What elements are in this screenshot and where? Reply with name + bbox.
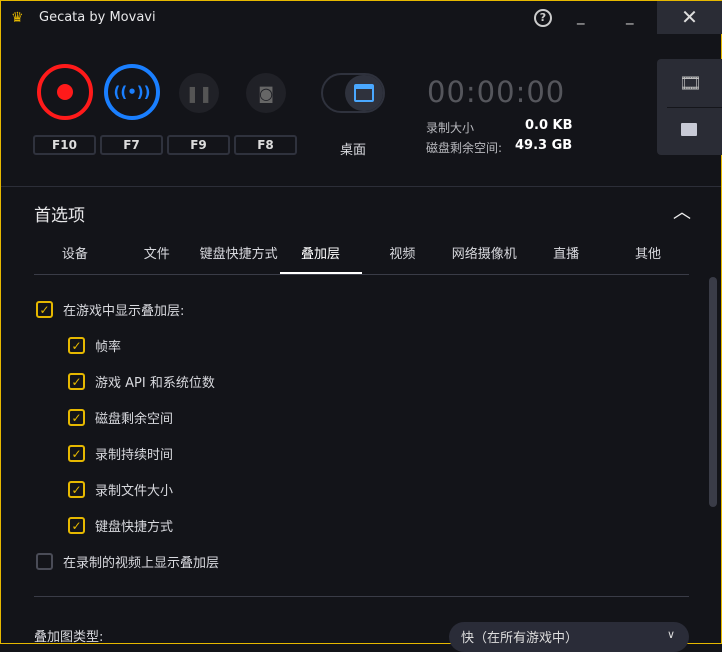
disk-label: 磁盘剩余空间: — [426, 141, 503, 155]
tab-hotkeys[interactable]: 键盘快捷方式 — [198, 241, 280, 274]
checkbox-label: 游戏 API 和系统位数 — [95, 376, 215, 391]
folder-icon[interactable] — [681, 123, 697, 136]
pause-icon: ❚❚ — [185, 83, 213, 103]
tab-streaming[interactable]: 直播 — [525, 241, 607, 274]
tab-bar: 设备 文件 键盘快捷方式 叠加层 视频 网络摄像机 直播 其他 — [34, 241, 689, 275]
help-button[interactable]: ? — [534, 9, 552, 27]
source-toggle[interactable] — [321, 73, 385, 113]
maximize-button[interactable]: _ — [626, 7, 634, 25]
camera-icon: ◙ — [258, 83, 274, 103]
check-icon: ✓ — [68, 337, 85, 354]
checkbox-label: 在游戏中显示叠加层: — [63, 304, 185, 319]
pause-button[interactable]: ❚❚ — [179, 73, 219, 113]
show-overlay-checkbox[interactable]: ✓ 在游戏中显示叠加层: — [36, 300, 184, 319]
file-size-checkbox[interactable]: ✓ 录制文件大小 — [68, 480, 173, 499]
screenshot-hotkey: F8 — [234, 135, 297, 155]
checkbox-label: 录制持续时间 — [95, 448, 174, 463]
checkbox-label: 在录制的视频上显示叠加层 — [63, 556, 220, 571]
disk-space-checkbox[interactable]: ✓ 磁盘剩余空间 — [68, 408, 173, 427]
preferences-title: 首选项 — [34, 206, 85, 226]
chevron-down-icon: ∨ — [666, 628, 675, 641]
minimize-button[interactable]: _ — [577, 7, 585, 25]
side-panel: 🎞 — [657, 59, 722, 155]
source-label: 桌面 — [340, 143, 367, 158]
record-icon — [57, 84, 73, 100]
check-icon: ✓ — [68, 481, 85, 498]
tab-overlay[interactable]: 叠加层 — [279, 241, 362, 274]
close-button[interactable]: ✕ — [657, 1, 722, 34]
divider — [34, 596, 689, 597]
rec-size-label: 录制大小 — [426, 121, 475, 135]
stream-button[interactable]: ((•)) — [104, 64, 160, 120]
checkbox-label: 键盘快捷方式 — [95, 520, 174, 535]
broadcast-icon: ((•)) — [113, 83, 151, 101]
unchecked-box — [36, 553, 53, 570]
api-checkbox[interactable]: ✓ 游戏 API 和系统位数 — [68, 372, 215, 391]
overlay-type-label: 叠加图类型: — [34, 630, 104, 645]
check-icon: ✓ — [68, 373, 85, 390]
video-editor-icon[interactable]: 🎞 — [679, 73, 702, 94]
tab-video[interactable]: 视频 — [362, 241, 444, 274]
window-title: Gecata by Movavi — [39, 10, 156, 25]
record-button[interactable] — [37, 64, 93, 120]
timer: 00:00:00 — [427, 75, 566, 109]
checkbox-label: 录制文件大小 — [95, 484, 174, 499]
tab-other[interactable]: 其他 — [607, 241, 689, 274]
checkbox-label: 磁盘剩余空间 — [95, 412, 174, 427]
fps-checkbox[interactable]: ✓ 帧率 — [68, 336, 121, 355]
show-on-video-checkbox[interactable]: 在录制的视频上显示叠加层 — [36, 552, 219, 571]
rec-size-value: 0.0 KB — [525, 118, 573, 133]
scrollbar[interactable] — [709, 277, 717, 507]
hotkeys-checkbox[interactable]: ✓ 键盘快捷方式 — [68, 516, 173, 535]
tab-files[interactable]: 文件 — [116, 241, 198, 274]
checkbox-label: 帧率 — [95, 340, 122, 355]
tab-devices[interactable]: 设备 — [34, 241, 116, 274]
duration-checkbox[interactable]: ✓ 录制持续时间 — [68, 444, 173, 463]
stream-hotkey: F7 — [100, 135, 163, 155]
check-icon: ✓ — [36, 301, 53, 318]
check-icon: ✓ — [68, 409, 85, 426]
check-icon: ✓ — [68, 517, 85, 534]
screenshot-button[interactable]: ◙ — [246, 73, 286, 113]
divider — [1, 186, 721, 187]
record-hotkey: F10 — [33, 135, 96, 155]
pause-hotkey: F9 — [167, 135, 230, 155]
check-icon: ✓ — [68, 445, 85, 462]
gecata-logo-icon: ♛ — [11, 10, 24, 26]
collapse-chevron-icon[interactable]: ︿ — [673, 198, 691, 224]
tab-webcam[interactable]: 网络摄像机 — [443, 241, 525, 274]
disk-value: 49.3 GB — [515, 138, 573, 153]
overlay-type-select[interactable]: 快（在所有游戏中） ∨ — [449, 622, 689, 652]
desktop-icon — [345, 75, 383, 111]
